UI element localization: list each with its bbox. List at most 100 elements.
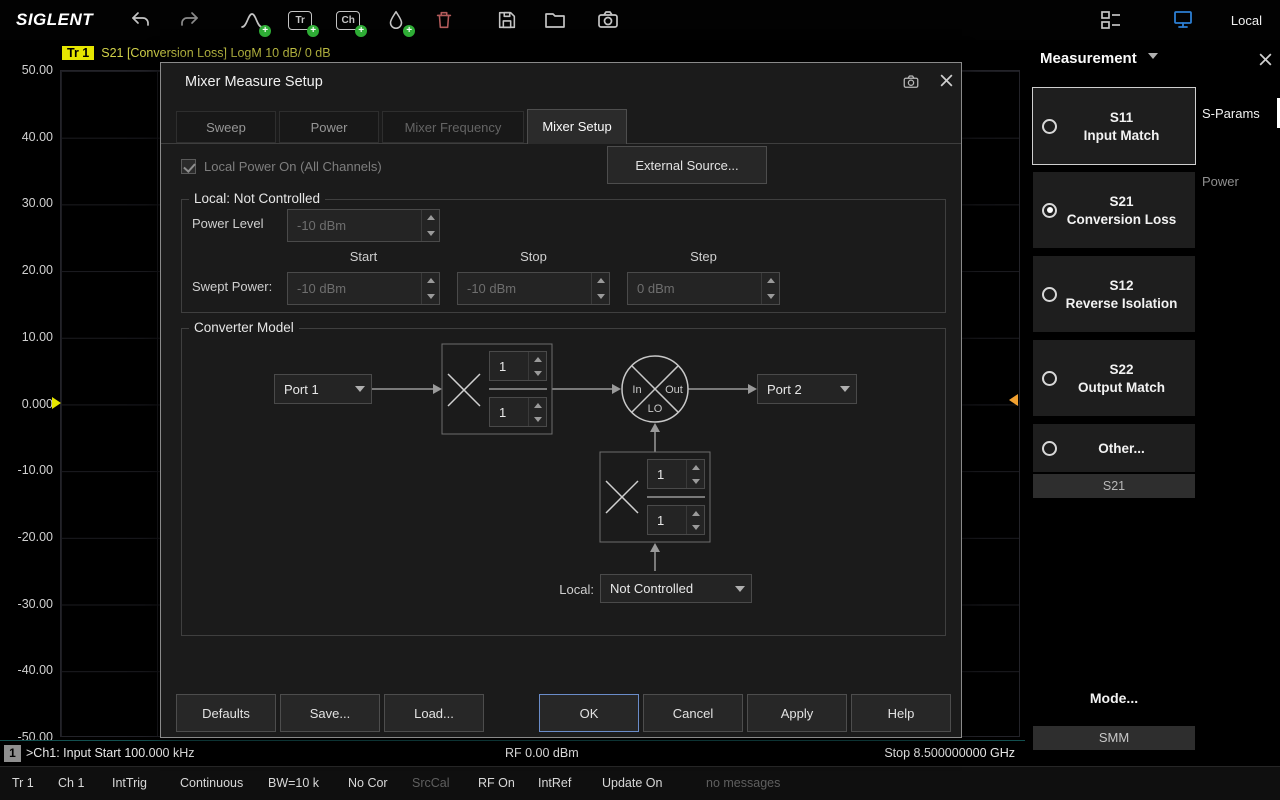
option-code: S12	[1057, 278, 1186, 293]
option-name: Input Match	[1057, 128, 1186, 143]
radio-icon[interactable]	[1042, 371, 1057, 386]
spinner-down-icon[interactable]	[762, 289, 779, 305]
port2-select[interactable]: Port 2	[757, 374, 857, 404]
spinner-down-icon[interactable]	[529, 412, 546, 426]
status-bandwidth[interactable]: BW=10 k	[268, 767, 319, 800]
status-rf[interactable]: RF On	[478, 767, 515, 800]
trace-info[interactable]: S21 [Conversion Loss] LogM 10 dB/ 0 dB	[101, 46, 330, 60]
spinner-up-icon[interactable]	[422, 273, 439, 289]
measurement-option-s11[interactable]: S11 Input Match	[1033, 88, 1195, 164]
tab-power[interactable]: Power	[279, 111, 379, 143]
port2-value: Port 2	[758, 382, 834, 397]
submenu-power[interactable]: Power	[1202, 174, 1239, 189]
chevron-down-icon[interactable]	[1148, 59, 1158, 74]
status-correction[interactable]: No Cor	[348, 767, 388, 800]
save-as-button[interactable]: Save...	[280, 694, 380, 732]
measurement-option-other[interactable]: Other...	[1033, 424, 1195, 472]
spinner-down-icon[interactable]	[687, 474, 704, 488]
reference-level-marker-left[interactable]	[52, 397, 61, 409]
open-folder-icon	[543, 8, 567, 32]
trace-position-marker-right[interactable]	[1009, 394, 1018, 406]
close-icon	[1258, 52, 1273, 67]
delete-button[interactable]	[429, 6, 459, 34]
mode-value[interactable]: SMM	[1033, 726, 1195, 750]
screenshot-button[interactable]	[593, 6, 623, 34]
lo-denominator-input[interactable]: 1	[647, 505, 705, 535]
mode-button[interactable]: Mode...	[1033, 690, 1195, 706]
radio-icon[interactable]	[1042, 441, 1057, 456]
radio-icon[interactable]	[1042, 203, 1057, 218]
measurement-option-s22[interactable]: S22 Output Match	[1033, 340, 1195, 416]
checkbox-icon[interactable]	[181, 159, 196, 174]
status-trace[interactable]: Tr 1	[12, 767, 34, 800]
redo-button[interactable]	[174, 6, 204, 34]
add-channel-button[interactable]: Ch +	[333, 6, 363, 34]
trace-chip[interactable]: Tr 1	[62, 46, 94, 60]
radio-icon[interactable]	[1042, 287, 1057, 302]
other-selected-value[interactable]: S21	[1033, 474, 1195, 498]
status-channel[interactable]: Ch 1	[58, 767, 84, 800]
remote-display-button[interactable]	[1168, 6, 1198, 34]
swept-power-step-input[interactable]: 0 dBm	[627, 272, 780, 305]
add-marker-button[interactable]: +	[381, 6, 411, 34]
lo-numerator-value: 1	[648, 460, 686, 488]
measurement-option-s12[interactable]: S12 Reverse Isolation	[1033, 256, 1195, 332]
apply-button[interactable]: Apply	[747, 694, 847, 732]
checkbox-label: Local Power On (All Channels)	[204, 159, 382, 174]
channel-layout-button[interactable]	[1096, 6, 1126, 34]
spinner-up-icon[interactable]	[687, 506, 704, 520]
option-code: S11	[1057, 110, 1186, 125]
load-button[interactable]: Load...	[384, 694, 484, 732]
defaults-button[interactable]: Defaults	[176, 694, 276, 732]
status-update[interactable]: Update On	[602, 767, 662, 800]
y-axis-tick: 20.00	[0, 262, 53, 278]
status-srccal[interactable]: SrcCal	[412, 767, 450, 800]
peak-add-button[interactable]: +	[237, 6, 267, 34]
local-status-label[interactable]: Local	[1231, 13, 1262, 28]
sweep-start-status: >Ch1: Input Start 100.000 kHz	[26, 746, 195, 760]
toolbar-right: Local	[1087, 0, 1280, 40]
cancel-button[interactable]: Cancel	[643, 694, 743, 732]
port1-select[interactable]: Port 1	[274, 374, 372, 404]
spinner-down-icon[interactable]	[687, 520, 704, 534]
spinner-up-icon[interactable]	[422, 210, 439, 226]
external-source-button[interactable]: External Source...	[607, 146, 767, 184]
spinner-up-icon[interactable]	[687, 460, 704, 474]
help-button[interactable]: Help	[851, 694, 951, 732]
tab-sweep[interactable]: Sweep	[176, 111, 276, 143]
measurement-option-s21[interactable]: S21 Conversion Loss	[1033, 172, 1195, 248]
spinner-up-icon[interactable]	[529, 352, 546, 366]
swept-power-start-input[interactable]: -10 dBm	[287, 272, 440, 305]
panel-title[interactable]: Measurement	[1040, 50, 1137, 67]
submenu-s-params[interactable]: S-Params	[1202, 106, 1260, 121]
tab-mixer-frequency[interactable]: Mixer Frequency	[382, 111, 524, 143]
spinner-down-icon[interactable]	[422, 289, 439, 305]
local-control-select[interactable]: Not Controlled	[600, 574, 752, 603]
rf-denominator-input[interactable]: 1	[489, 397, 547, 427]
swept-power-stop-input[interactable]: -10 dBm	[457, 272, 610, 305]
status-sweep-mode[interactable]: Continuous	[180, 767, 243, 800]
save-button[interactable]	[492, 6, 522, 34]
dialog-screenshot-button[interactable]	[901, 73, 921, 94]
spinner-up-icon[interactable]	[592, 273, 609, 289]
lo-numerator-input[interactable]: 1	[647, 459, 705, 489]
add-trace-button[interactable]: Tr +	[285, 6, 315, 34]
spinner-down-icon[interactable]	[592, 289, 609, 305]
radio-icon[interactable]	[1042, 119, 1057, 134]
panel-close-button[interactable]	[1258, 52, 1273, 70]
dialog-close-button[interactable]	[939, 73, 954, 91]
spinner-arrows	[686, 506, 704, 534]
spinner-up-icon[interactable]	[762, 273, 779, 289]
spinner-down-icon[interactable]	[529, 366, 546, 380]
status-reference[interactable]: IntRef	[538, 767, 571, 800]
status-trigger[interactable]: IntTrig	[112, 767, 147, 800]
undo-button[interactable]	[126, 6, 156, 34]
rf-numerator-input[interactable]: 1	[489, 351, 547, 381]
tab-mixer-setup[interactable]: Mixer Setup	[527, 109, 627, 144]
local-power-checkbox[interactable]: Local Power On (All Channels)	[181, 159, 382, 174]
ok-button[interactable]: OK	[539, 694, 639, 732]
open-file-button[interactable]	[540, 6, 570, 34]
power-level-input[interactable]: -10 dBm	[287, 209, 440, 242]
spinner-down-icon[interactable]	[422, 226, 439, 242]
spinner-up-icon[interactable]	[529, 398, 546, 412]
